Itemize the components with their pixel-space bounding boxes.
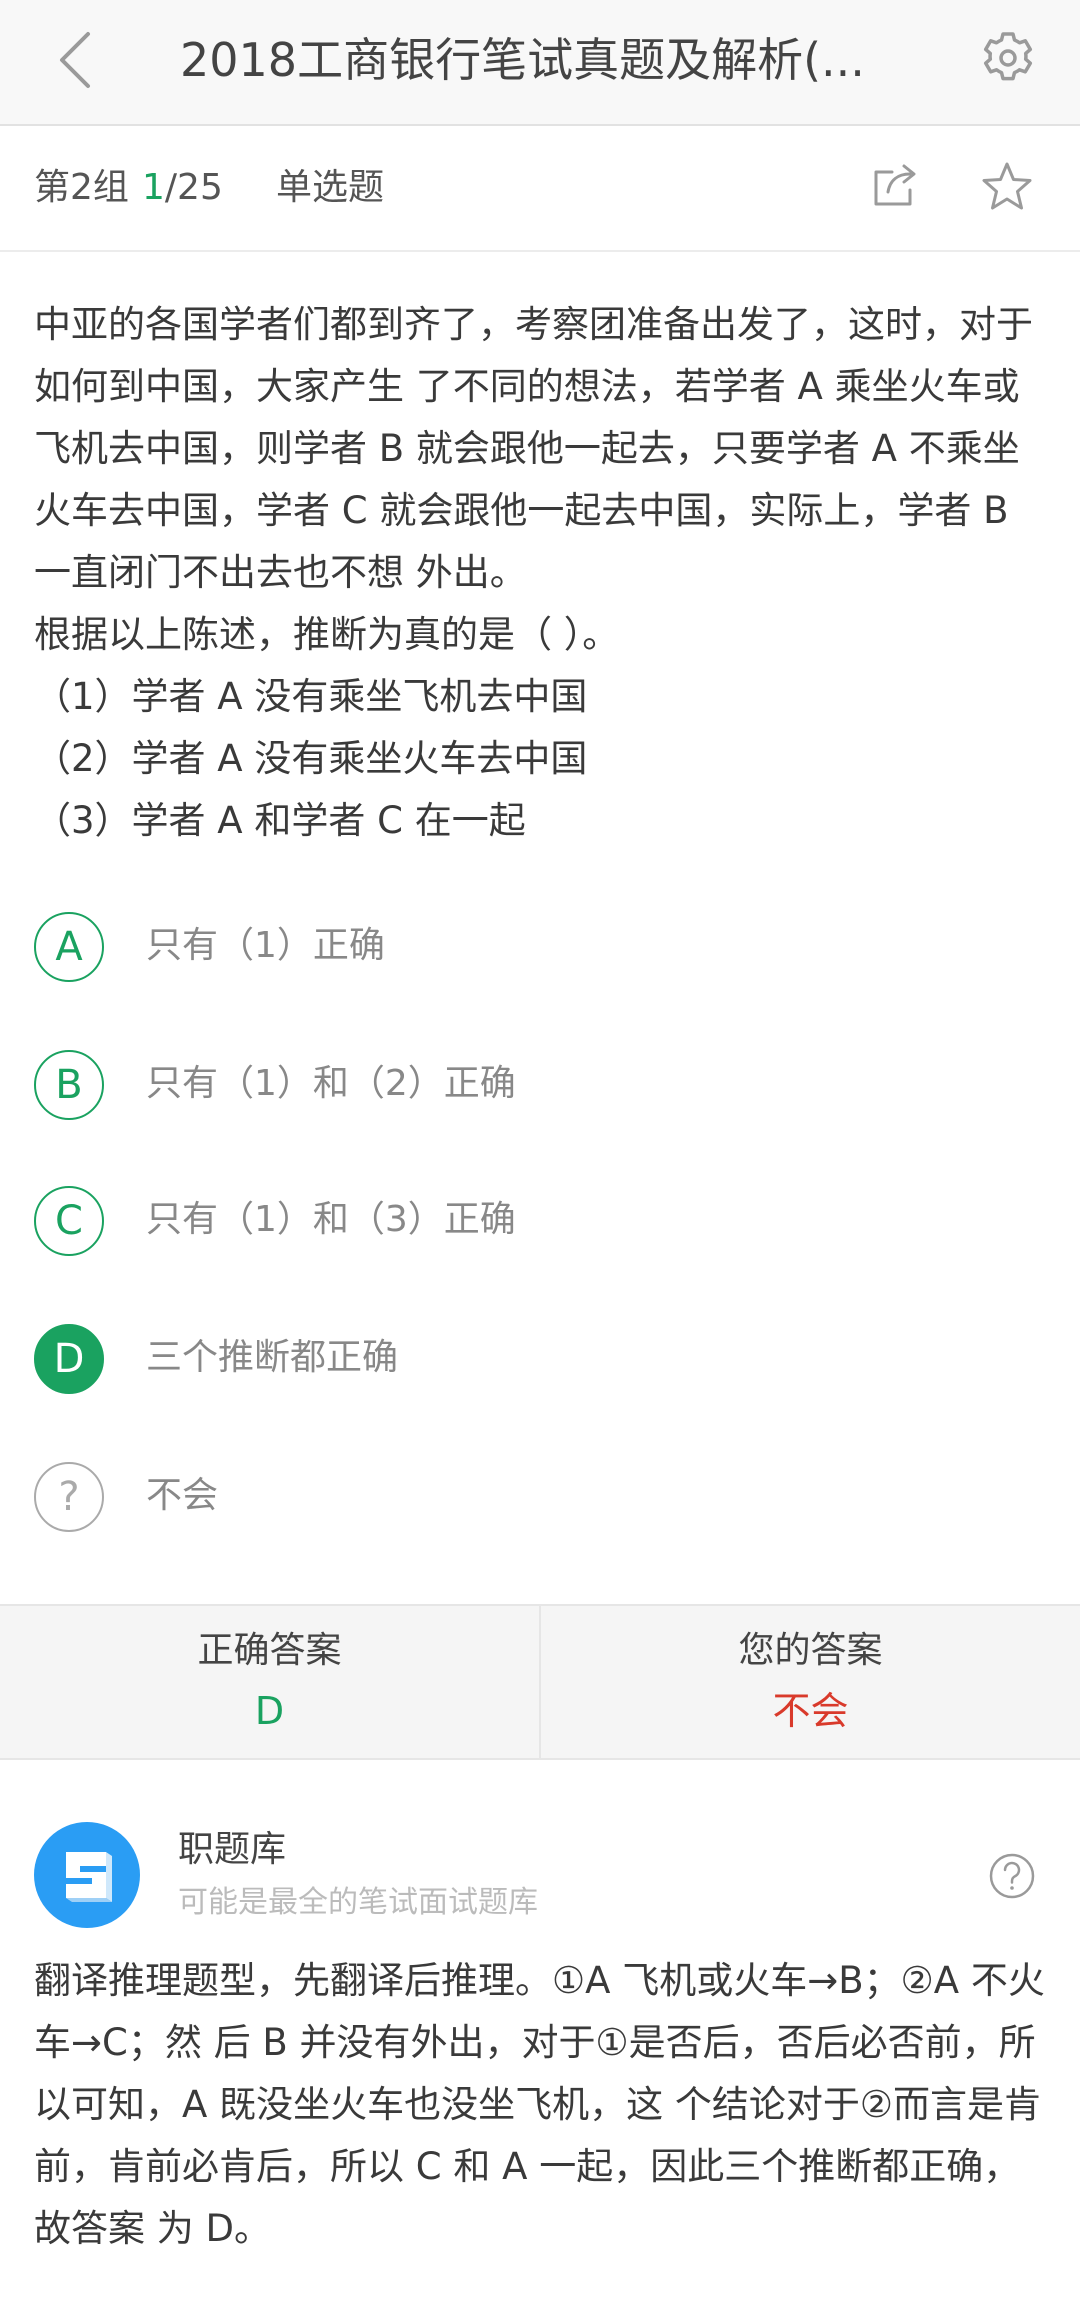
question-prompt: 根据以上陈述，推断为真的是（ ）。 [34, 613, 620, 656]
progress-current: 1 [142, 167, 165, 208]
option-c-marker: C [34, 1186, 104, 1256]
option-unknown[interactable]: ? 不会 [34, 1462, 1034, 1534]
top-nav-bar: 2018工商银行笔试真题及解析(... [0, 0, 1080, 126]
zhitiku-logo-icon [34, 1822, 140, 1928]
question-stem: 中亚的各国学者们都到齐了，考察团准备出发了，这时，对于如何到中国，大家产生 了不… [34, 294, 1054, 852]
option-d-text: 三个推断都正确 [146, 1337, 399, 1378]
option-d[interactable]: D 三个推断都正确 [34, 1324, 1034, 1396]
option-a-text: 只有（1）正确 [146, 925, 385, 966]
option-d-marker: D [34, 1324, 104, 1394]
source-tagline: 可能是最全的笔试面试题库 [178, 1885, 538, 1920]
your-answer-panel: 您的答案 不会 [541, 1606, 1080, 1758]
question-progress: 1/25 [142, 166, 223, 210]
correct-answer-panel: 正确答案 D [0, 1606, 541, 1758]
progress-total: /25 [164, 167, 223, 208]
option-b[interactable]: B 只有（1）和（2）正确 [34, 1050, 1034, 1122]
option-b-text: 只有（1）和（2）正确 [146, 1063, 516, 1104]
statement-2: （2）学者 A 没有乘坐火车去中国 [34, 737, 588, 780]
option-c[interactable]: C 只有（1）和（3）正确 [34, 1186, 1034, 1258]
option-c-text: 只有（1）和（3）正确 [146, 1199, 516, 1240]
option-a-marker: A [34, 912, 104, 982]
gear-icon[interactable] [978, 28, 1038, 88]
option-unknown-text: 不会 [146, 1475, 219, 1516]
option-a[interactable]: A 只有（1）正确 [34, 912, 1034, 984]
question-mark-icon: ? [34, 1462, 104, 1532]
source-name: 职题库 [178, 1829, 287, 1870]
share-icon[interactable] [870, 160, 920, 210]
question-circle-icon[interactable] [988, 1852, 1036, 1900]
your-answer-label: 您的答案 [738, 1630, 883, 1671]
answer-summary: 正确答案 D 您的答案 不会 [0, 1604, 1080, 1760]
page-title: 2018工商银行笔试真题及解析(... [180, 33, 865, 87]
star-icon[interactable] [980, 160, 1034, 214]
question-type: 单选题 [276, 167, 385, 208]
explanation-text: 翻译推理题型，先翻译后推理。①A 飞机或火车→B；②A 不火车→C；然 后 B … [34, 1959, 1045, 2250]
correct-answer-label: 正确答案 [197, 1630, 342, 1671]
statement-3: （3）学者 A 和学者 C 在一起 [34, 799, 526, 842]
your-answer-value: 不会 [772, 1689, 849, 1733]
correct-answer-value: D [254, 1689, 285, 1733]
group-label: 第2组 [34, 167, 129, 208]
chevron-left-icon[interactable] [52, 28, 100, 92]
question-text: 中亚的各国学者们都到齐了，考察团准备出发了，这时，对于如何到中国，大家产生 了不… [34, 303, 1033, 594]
statement-1: （1）学者 A 没有乘坐飞机去中国 [34, 675, 588, 718]
option-b-marker: B [34, 1050, 104, 1120]
